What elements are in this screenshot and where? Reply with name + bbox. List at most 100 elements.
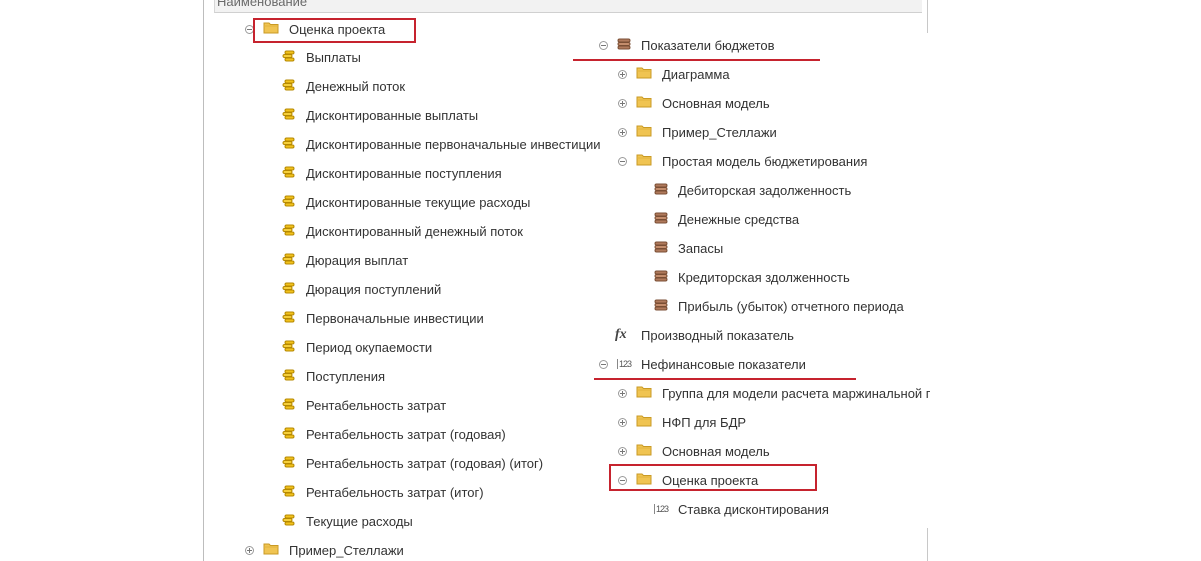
budget-stack-icon	[654, 270, 668, 285]
coin-stack-icon	[281, 311, 296, 326]
tree-leaf-indicator[interactable]: Рентабельность затрат (годовая) (итог)	[281, 452, 543, 474]
tree-node-folder[interactable]: Диаграмма	[618, 63, 730, 85]
budget-stack-icon	[654, 299, 668, 314]
tree-node-label: Рентабельность затрат (итог)	[306, 484, 484, 500]
folder-icon	[636, 153, 652, 169]
highlight-box-right-project	[609, 464, 817, 491]
tree-leaf-indicator[interactable]: Период окупаемости	[281, 336, 432, 358]
coin-stack-icon	[281, 282, 296, 297]
tree-node-folder[interactable]: Основная модель	[618, 92, 770, 114]
tree-node-label: Производный показатель	[641, 327, 794, 343]
collapse-toggle-icon[interactable]	[618, 156, 627, 166]
coin-stack-icon	[281, 340, 296, 355]
tree-node-label: Прибыль (убыток) отчетного периода	[678, 298, 904, 314]
tree-leaf-indicator[interactable]: Дисконтированные первоначальные инвестиц…	[281, 133, 600, 155]
tree-leaf-indicator[interactable]: Дисконтированные поступления	[281, 162, 502, 184]
tree-node-label: Диаграмма	[662, 66, 730, 82]
tree-node-label: Дебиторская задолженность	[678, 182, 852, 198]
tree-node-folder[interactable]: НФП для БДР	[618, 411, 746, 433]
tree-node-example-racks[interactable]: Пример_Стеллажи	[245, 539, 404, 561]
tree-leaf-indicator[interactable]: Дюрация выплат	[281, 249, 408, 271]
coin-stack-icon	[281, 485, 296, 500]
scrollbar-top[interactable]	[927, 0, 928, 33]
tree-leaf-indicator[interactable]: Дисконтированный денежный поток	[281, 220, 523, 242]
tree-node-marginal-group[interactable]: Группа для модели расчета маржинальной п	[618, 382, 930, 404]
tree-node-label: Дисконтированный денежный поток	[306, 223, 523, 239]
coin-stack-icon	[281, 224, 296, 239]
budget-stack-icon	[617, 38, 631, 53]
tree-node-label: Выплаты	[306, 49, 361, 65]
tree-leaf-indicator[interactable]: Первоначальные инвестиции	[281, 307, 484, 329]
expand-toggle-icon[interactable]	[618, 446, 627, 456]
budget-stack-icon	[654, 212, 668, 227]
tree-leaf-budget-indicator[interactable]: Запасы	[654, 237, 723, 259]
tree-node-nonfinancial-indicators[interactable]: 123 Нефинансовые показатели	[599, 353, 806, 375]
tree-node-label: Рентабельность затрат (годовая) (итог)	[306, 455, 544, 471]
tree-leaf-indicator[interactable]: Рентабельность затрат (годовая)	[281, 423, 506, 445]
tree-leaf-budget-indicator[interactable]: Прибыль (убыток) отчетного периода	[654, 295, 904, 317]
coin-stack-icon	[281, 137, 296, 152]
expand-toggle-icon[interactable]	[245, 545, 254, 555]
tree-leaf-indicator[interactable]: Текущие расходы	[281, 510, 413, 532]
tree-node-label: Ставка дисконтирования	[678, 501, 829, 517]
coin-stack-icon	[281, 166, 296, 181]
expand-toggle-icon[interactable]	[618, 127, 627, 137]
numeric-123-icon: 123	[654, 504, 669, 514]
tree-node-label: Пример_Стеллажи	[289, 542, 404, 558]
tree-leaf-indicator[interactable]: Рентабельность затрат	[281, 394, 446, 416]
tree-node-label: Простая модель бюджетирования	[662, 153, 868, 169]
tree-leaf-indicator[interactable]: Дисконтированные текущие расходы	[281, 191, 530, 213]
tree-node-label: Запасы	[678, 240, 724, 256]
tree-node-discount-rate[interactable]: 123 Ставка дисконтирования	[654, 498, 829, 520]
collapse-toggle-icon[interactable]	[599, 359, 608, 369]
column-header-name[interactable]: Наименование	[214, 0, 922, 13]
tree-leaf-indicator[interactable]: Выплаты	[281, 46, 361, 68]
coin-stack-icon	[281, 427, 296, 442]
tree-node-derived-indicator[interactable]: fx Производный показатель	[615, 324, 794, 346]
coin-stack-icon	[281, 456, 296, 471]
tree-node-folder[interactable]: Основная модель	[618, 440, 770, 462]
tree-leaf-indicator[interactable]: Поступления	[281, 365, 385, 387]
coin-stack-icon	[281, 79, 296, 94]
expand-toggle-icon[interactable]	[618, 69, 627, 79]
tree-node-label: Рентабельность затрат	[306, 397, 447, 413]
coin-stack-icon	[281, 50, 296, 65]
tree-node-label: Дисконтированные поступления	[306, 165, 502, 181]
tree-node-label: Пример_Стеллажи	[662, 124, 777, 140]
tree-node-label: Кредиторская здолженность	[678, 269, 850, 285]
tree-node-label: Основная модель	[662, 443, 770, 459]
tree-node-label: НФП для БДР	[662, 414, 747, 430]
numeric-123-icon: 123	[617, 359, 632, 369]
expand-toggle-icon[interactable]	[618, 417, 627, 427]
tree-leaf-budget-indicator[interactable]: Денежные средства	[654, 208, 799, 230]
fx-icon: fx	[615, 327, 627, 342]
tree-node-label: Дисконтированные текущие расходы	[306, 194, 531, 210]
tree-node-folder[interactable]: Пример_Стеллажи	[618, 121, 777, 143]
scrollbar-bottom[interactable]	[927, 528, 928, 561]
tree-node-label: Дюрация выплат	[306, 252, 409, 268]
underline-budget-indicators	[573, 59, 820, 61]
tree-viewport-clip: Группа для модели расчета маржинальной п	[588, 378, 930, 408]
tree-node-label: Рентабельность затрат (годовая)	[306, 426, 506, 442]
expand-toggle-icon[interactable]	[618, 98, 627, 108]
tree-leaf-budget-indicator[interactable]: Дебиторская задолженность	[654, 179, 851, 201]
tree-leaf-indicator[interactable]: Дисконтированные выплаты	[281, 104, 478, 126]
tree-node-label: Показатели бюджетов	[641, 37, 775, 53]
tree-leaf-indicator[interactable]: Рентабельность затрат (итог)	[281, 481, 484, 503]
tree-node-budget-indicators[interactable]: Показатели бюджетов	[599, 34, 775, 56]
tree-node-folder[interactable]: Простая модель бюджетирования	[618, 150, 867, 172]
budget-stack-icon	[654, 241, 668, 256]
tree-leaf-indicator[interactable]: Денежный поток	[281, 75, 405, 97]
tree-leaf-budget-indicator[interactable]: Кредиторская здолженность	[654, 266, 850, 288]
coin-stack-icon	[281, 253, 296, 268]
panel-left-border	[203, 0, 204, 561]
tree-node-label: Дисконтированные выплаты	[306, 107, 479, 123]
collapse-toggle-icon[interactable]	[599, 40, 608, 50]
coin-stack-icon	[281, 369, 296, 384]
coin-stack-icon	[281, 195, 296, 210]
folder-icon	[636, 66, 652, 82]
tree-node-label: Основная модель	[662, 95, 770, 111]
expand-toggle-icon[interactable]	[618, 388, 627, 398]
tree-leaf-indicator[interactable]: Дюрация поступлений	[281, 278, 441, 300]
folder-icon	[636, 443, 652, 459]
